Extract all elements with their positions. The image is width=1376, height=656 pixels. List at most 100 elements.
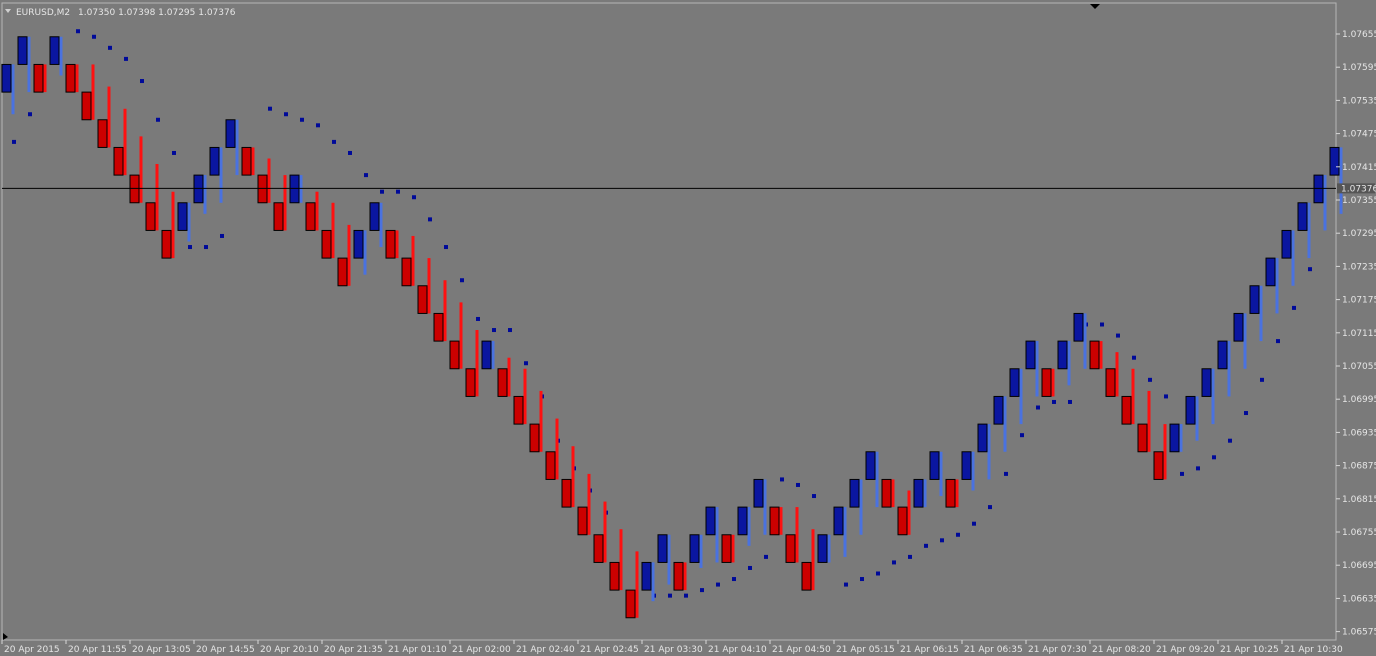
price-chart[interactable]: 1.07376 1.076551.075951.075351.074751.07… bbox=[0, 0, 1376, 656]
x-tick-label: 21 Apr 04:10 bbox=[708, 645, 767, 655]
sar-dot bbox=[28, 112, 32, 117]
time-axis: 20 Apr 2015 20 Apr 11:55 20 Apr 13:05 20 Ap… bbox=[1, 640, 1343, 655]
y-tick-label: 1.07595 bbox=[1342, 63, 1376, 73]
candle-body bbox=[17, 36, 28, 65]
bear-candle bbox=[385, 229, 399, 259]
candle-body bbox=[433, 312, 444, 342]
candle-body bbox=[1297, 202, 1308, 231]
x-tick-label: 21 Apr 06:35 bbox=[964, 645, 1023, 655]
x-tick-label: 21 Apr 02:00 bbox=[452, 645, 511, 655]
y-tick-label: 1.07415 bbox=[1342, 163, 1376, 173]
sar-dot bbox=[412, 195, 416, 200]
candle-body bbox=[1041, 368, 1052, 397]
candle-body bbox=[945, 478, 956, 508]
sar-dot bbox=[844, 582, 848, 587]
candle-body bbox=[321, 229, 332, 259]
candle-body bbox=[1281, 229, 1292, 259]
sar-dot bbox=[172, 150, 176, 155]
candle-body bbox=[289, 174, 300, 204]
sar-dot bbox=[156, 117, 160, 122]
y-tick-label: 1.07115 bbox=[1342, 329, 1376, 339]
sar-dot bbox=[188, 245, 192, 250]
candle-body bbox=[545, 451, 556, 480]
sar-dot bbox=[1180, 471, 1184, 476]
sar-dot bbox=[124, 56, 128, 61]
sar-dot bbox=[1132, 355, 1136, 360]
x-tick-label: 20 Apr 2015 bbox=[4, 645, 60, 655]
candle-body bbox=[1249, 285, 1260, 314]
candle-body bbox=[193, 174, 204, 204]
candle-body bbox=[401, 257, 412, 287]
candle-body bbox=[1105, 368, 1116, 397]
candle-body bbox=[1329, 146, 1340, 176]
candle-body bbox=[177, 202, 188, 231]
bear-candle bbox=[1089, 340, 1103, 370]
y-tick-label: 1.06695 bbox=[1342, 561, 1376, 571]
chart-header: EURUSD,M2 1.07350 1.07398 1.07295 1.0737… bbox=[5, 8, 236, 18]
sar-dot bbox=[284, 112, 288, 117]
bear-candle bbox=[945, 478, 959, 508]
candle-body bbox=[785, 534, 796, 563]
candle-body bbox=[241, 146, 252, 176]
sar-dot bbox=[908, 554, 912, 559]
x-tick-label: 20 Apr 21:35 bbox=[324, 645, 383, 655]
candle-body bbox=[897, 506, 908, 536]
candle-body bbox=[1185, 395, 1196, 425]
candle-body bbox=[961, 451, 972, 480]
sar-dot bbox=[1212, 455, 1216, 460]
sar-dot bbox=[524, 361, 528, 366]
sar-dot bbox=[460, 278, 464, 283]
x-tick-label: 21 Apr 04:50 bbox=[772, 645, 831, 655]
candle-body bbox=[753, 478, 764, 508]
candle-body bbox=[97, 119, 108, 148]
sar-dot bbox=[428, 217, 432, 222]
bear-candle bbox=[1041, 368, 1055, 397]
candle-body bbox=[1153, 451, 1164, 480]
candle-body bbox=[1009, 368, 1020, 397]
sar-dot bbox=[1244, 411, 1248, 416]
x-tick-label: 20 Apr 14:55 bbox=[196, 645, 255, 655]
candle-body bbox=[673, 561, 684, 591]
candle-body bbox=[705, 506, 716, 536]
candle-body bbox=[1089, 340, 1100, 370]
candle-body bbox=[929, 451, 940, 480]
price-tag-label: 1.07376 bbox=[1341, 184, 1376, 194]
sar-dot bbox=[1068, 399, 1072, 404]
x-tick-label: 20 Apr 20:10 bbox=[260, 645, 319, 655]
bear-candle bbox=[241, 146, 255, 176]
candle-body bbox=[817, 534, 828, 563]
candle-body bbox=[609, 561, 620, 591]
y-tick-label: 1.07655 bbox=[1342, 30, 1376, 40]
candle-body bbox=[353, 229, 364, 259]
candle-body bbox=[449, 340, 460, 370]
sar-dot bbox=[268, 106, 272, 111]
candle-body bbox=[369, 202, 380, 231]
candle-body bbox=[865, 451, 876, 480]
sar-dot bbox=[1100, 322, 1104, 327]
y-tick-label: 1.07475 bbox=[1342, 130, 1376, 140]
candle-body bbox=[257, 174, 268, 204]
candle-body bbox=[1137, 423, 1148, 453]
sar-dot bbox=[300, 117, 304, 122]
sar-dot bbox=[108, 45, 112, 50]
y-tick-label: 1.07355 bbox=[1342, 196, 1376, 206]
bull-candle bbox=[1169, 423, 1183, 453]
y-tick-label: 1.06815 bbox=[1342, 495, 1376, 505]
candle-body bbox=[1313, 174, 1324, 204]
sar-dot bbox=[1020, 433, 1024, 438]
y-tick-label: 1.06935 bbox=[1342, 428, 1376, 438]
candle-body bbox=[417, 285, 428, 314]
x-tick-label: 21 Apr 07:30 bbox=[1028, 645, 1087, 655]
sar-dot bbox=[92, 34, 96, 39]
sar-dot bbox=[924, 543, 928, 548]
bear-candle bbox=[721, 534, 735, 563]
bear-candle bbox=[65, 63, 79, 93]
candle-body bbox=[497, 368, 508, 397]
sar-dot bbox=[348, 150, 352, 155]
y-tick-label: 1.06575 bbox=[1342, 628, 1376, 638]
sar-dot bbox=[76, 29, 80, 34]
candle-body bbox=[113, 146, 124, 176]
bull-candle bbox=[289, 174, 303, 204]
candle-body bbox=[593, 534, 604, 563]
candle-body bbox=[225, 119, 236, 148]
